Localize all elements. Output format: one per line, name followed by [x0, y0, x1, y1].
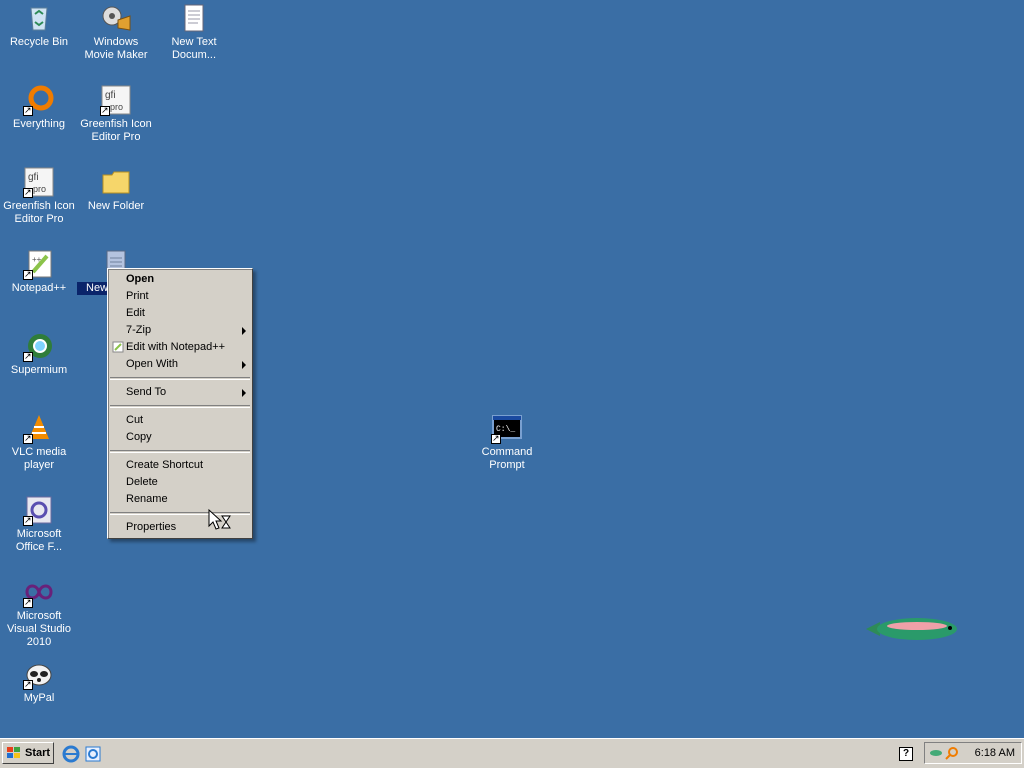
- shortcut-arrow-icon: [23, 432, 33, 444]
- shortcut-arrow-icon: [23, 350, 33, 362]
- desktop-icon-greenfish-2[interactable]: gfipro Greenfish Icon Editor Pro: [77, 84, 155, 144]
- system-tray: 6:18 AM: [924, 742, 1022, 764]
- greenfish-icon: gfi pro: [100, 84, 132, 116]
- desktop-icon-command-prompt[interactable]: C:\_ Command Prompt: [468, 412, 546, 472]
- menu-item-delete[interactable]: Delete: [108, 474, 252, 491]
- shortcut-arrow-icon: [23, 596, 33, 608]
- menu-item-create-shortcut[interactable]: Create Shortcut: [108, 457, 252, 474]
- start-button[interactable]: Start: [2, 742, 54, 764]
- supermium-browser-icon: [23, 330, 55, 362]
- command-prompt-icon: C:\_: [491, 412, 523, 444]
- shortcut-arrow-icon: [23, 678, 33, 690]
- shortcut-arrow-icon: [491, 432, 501, 444]
- desktop-icon-new-folder[interactable]: New Folder: [77, 166, 155, 213]
- text-document-icon: [178, 2, 210, 34]
- icon-label: Microsoft Office F...: [15, 528, 63, 553]
- everything-search-icon: [23, 84, 55, 116]
- icon-label: Recycle Bin: [9, 36, 69, 48]
- menu-item-send-to[interactable]: Send To: [108, 384, 252, 401]
- greenfish-icon: gfi pro: [23, 166, 55, 198]
- menu-item-print[interactable]: Print: [108, 288, 252, 305]
- menu-separator: [110, 377, 250, 380]
- menu-item-open-with[interactable]: Open With: [108, 356, 252, 373]
- submenu-arrow-icon: [242, 389, 246, 397]
- icon-label: Greenfish Icon Editor Pro: [3, 200, 75, 225]
- svg-text:gfi: gfi: [105, 90, 116, 101]
- menu-item-edit[interactable]: Edit: [108, 305, 252, 322]
- browser-quicklaunch-icon[interactable]: [84, 745, 102, 763]
- menu-item-label: Open With: [126, 358, 178, 370]
- icon-label: New Folder: [87, 200, 145, 212]
- movie-maker-icon: [100, 2, 132, 34]
- desktop-icon-visual-studio[interactable]: Microsoft Visual Studio 2010: [0, 576, 78, 649]
- icon-label: MyPal: [23, 692, 55, 704]
- icon-label: Notepad++: [11, 282, 67, 294]
- taskbar: Start ? 6:18 AM: [0, 738, 1024, 768]
- desktop-icon-supermium[interactable]: Supermium: [0, 330, 78, 377]
- desktop-icon-new-text-document[interactable]: New Text Docum...: [155, 2, 233, 62]
- desktop-icon-movie-maker[interactable]: Windows Movie Maker: [77, 2, 155, 62]
- menu-separator: [110, 450, 250, 453]
- mypal-browser-icon: [23, 658, 55, 690]
- desktop-icon-vlc[interactable]: VLC media player: [0, 412, 78, 472]
- svg-text:gfi: gfi: [28, 172, 39, 183]
- desktop-icon-notepad-plus-plus[interactable]: ++ Notepad++: [0, 248, 78, 295]
- recycle-bin-icon: [23, 2, 55, 34]
- menu-item-edit-with-notepad-plus-plus[interactable]: Edit with Notepad++: [108, 339, 252, 356]
- icon-label: Microsoft Visual Studio 2010: [6, 610, 71, 648]
- desktop-fish-icon: [866, 618, 957, 640]
- everything-tray-icon[interactable]: [945, 746, 959, 760]
- notepad-plus-plus-icon: ++: [23, 248, 55, 280]
- shortcut-arrow-icon: [23, 186, 33, 198]
- icon-label: Supermium: [10, 364, 68, 376]
- visual-studio-icon: [23, 576, 55, 608]
- menu-item-7zip[interactable]: 7-Zip: [108, 322, 252, 339]
- menu-item-label: Edit with Notepad++: [126, 341, 226, 353]
- menu-item-rename[interactable]: Rename: [108, 491, 252, 508]
- icon-label: VLC media player: [11, 446, 67, 471]
- icon-label: Windows Movie Maker: [84, 36, 148, 61]
- desktop-icon-everything[interactable]: Everything: [0, 84, 78, 131]
- context-menu: Open Print Edit 7-Zip Edit with Notepad+…: [107, 268, 253, 539]
- icon-label: Command Prompt: [481, 446, 533, 471]
- internet-explorer-icon[interactable]: [62, 745, 80, 763]
- menu-item-cut[interactable]: Cut: [108, 412, 252, 429]
- office-icon: [23, 494, 55, 526]
- icon-label: Greenfish Icon Editor Pro: [80, 118, 152, 143]
- menu-item-label: 7-Zip: [126, 324, 152, 336]
- fish-tray-icon[interactable]: [929, 747, 943, 759]
- notepad-plus-plus-icon: [112, 341, 124, 353]
- menu-item-open[interactable]: Open: [108, 271, 252, 288]
- submenu-arrow-icon: [242, 361, 246, 369]
- menu-item-label: Send To: [126, 386, 167, 398]
- windows-flag-icon: [7, 747, 20, 758]
- desktop-icon-recycle-bin[interactable]: Recycle Bin: [0, 2, 78, 49]
- icon-label: New Text Docum...: [171, 36, 217, 61]
- busy-cursor-icon: [208, 508, 231, 530]
- svg-text:pro: pro: [33, 184, 46, 194]
- desktop-icon-office[interactable]: Microsoft Office F...: [0, 494, 78, 554]
- shortcut-arrow-icon: [23, 514, 33, 526]
- desktop-icon-mypal[interactable]: MyPal: [0, 658, 78, 705]
- menu-separator: [110, 405, 250, 408]
- vlc-icon: [23, 412, 55, 444]
- clock[interactable]: 6:18 AM: [975, 747, 1015, 759]
- svg-text:pro: pro: [110, 102, 123, 112]
- menu-item-copy[interactable]: Copy: [108, 429, 252, 446]
- folder-icon: [100, 166, 132, 198]
- desktop-icon-greenfish-1[interactable]: gfipro Greenfish Icon Editor Pro: [0, 166, 78, 226]
- svg-text:++: ++: [32, 255, 42, 264]
- start-label: Start: [25, 747, 51, 759]
- shortcut-arrow-icon: [100, 104, 110, 116]
- submenu-arrow-icon: [242, 327, 246, 335]
- help-icon[interactable]: ?: [899, 747, 913, 761]
- shortcut-arrow-icon: [23, 268, 33, 280]
- icon-label: Everything: [13, 118, 65, 130]
- shortcut-arrow-icon: [23, 104, 33, 116]
